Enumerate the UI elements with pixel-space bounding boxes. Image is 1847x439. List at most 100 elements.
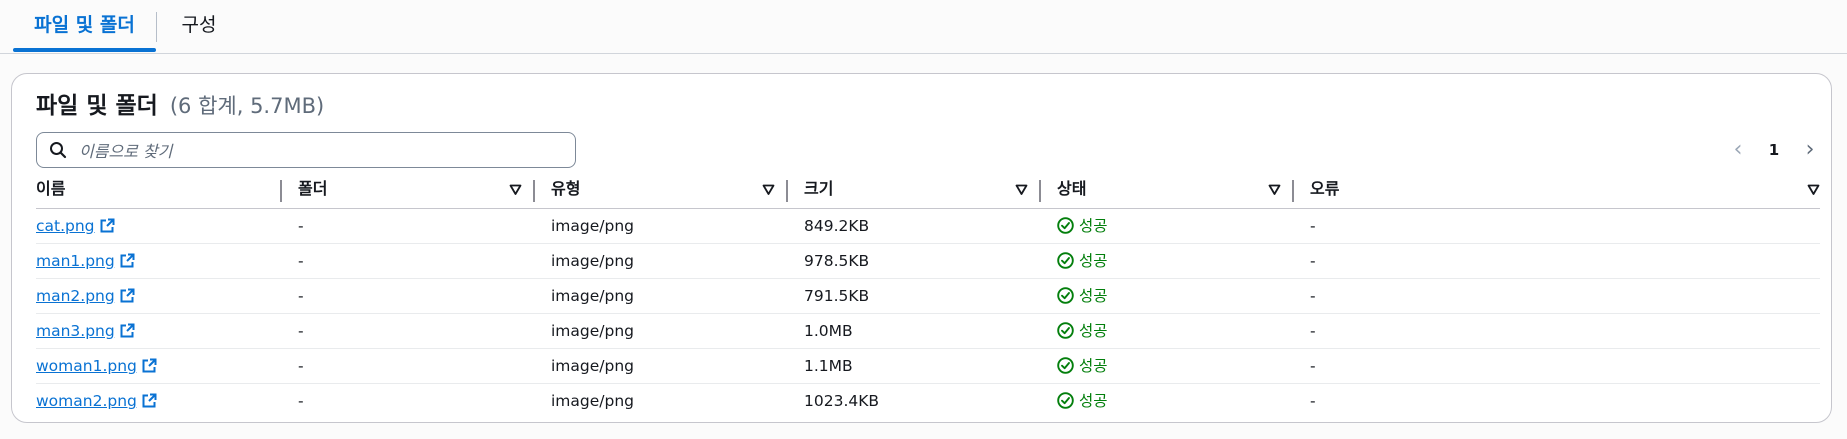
status-cell: 성공 — [1057, 279, 1108, 313]
table-header: 이름 폴더 유형 크기 상태 오류 — [36, 174, 1820, 209]
table-body: cat.png - image/png 849.2KB 성공 - man1.pn… — [36, 209, 1820, 418]
error-cell: - — [1310, 287, 1316, 305]
column-header-error[interactable]: 오류 — [1310, 174, 1339, 208]
file-name-cell: woman2.png — [36, 384, 157, 418]
status-cell: 성공 — [1057, 384, 1108, 418]
page-number-button[interactable]: 1 — [1764, 136, 1784, 164]
success-check-icon — [1057, 357, 1074, 374]
tab-configuration[interactable]: 구성 — [166, 0, 232, 50]
file-name-cell: woman1.png — [36, 349, 157, 383]
search-icon — [50, 142, 67, 159]
type-cell: image/png — [551, 357, 635, 375]
status-text: 성공 — [1079, 322, 1108, 340]
table-row: man3.png - image/png 1.0MB 성공 - — [36, 314, 1820, 349]
folder-cell: - — [298, 357, 304, 375]
column-header-name[interactable]: 이름 — [36, 174, 65, 208]
file-name-cell: man3.png — [36, 314, 135, 348]
folder-cell: - — [298, 217, 304, 235]
folder-cell: - — [298, 287, 304, 305]
column-resizer[interactable] — [280, 180, 282, 202]
chevron-right-icon[interactable]: › — [1800, 136, 1820, 164]
size-cell: 849.2KB — [804, 217, 870, 235]
file-name-cell: man2.png — [36, 279, 135, 313]
type-cell: image/png — [551, 392, 635, 410]
file-name-cell: cat.png — [36, 209, 115, 243]
sort-icon[interactable] — [1015, 183, 1028, 196]
external-link-icon[interactable] — [120, 253, 135, 268]
external-link-icon[interactable] — [120, 323, 135, 338]
status-cell: 성공 — [1057, 314, 1108, 348]
status-text: 성공 — [1079, 287, 1108, 305]
panel-header: 파일 및 폴더 (6 합계, 5.7MB) — [36, 89, 324, 123]
type-cell: image/png — [551, 217, 635, 235]
size-cell: 1.0MB — [804, 322, 853, 340]
size-cell: 978.5KB — [804, 252, 870, 270]
panel-title: 파일 및 폴더 — [36, 93, 158, 119]
column-resizer[interactable] — [1039, 180, 1041, 202]
error-cell: - — [1310, 392, 1316, 410]
panel-count: (6 합계, 5.7MB) — [169, 94, 325, 118]
tab-divider — [156, 12, 157, 42]
external-link-icon[interactable] — [120, 288, 135, 303]
column-resizer[interactable] — [1292, 180, 1294, 202]
search-box[interactable] — [36, 132, 576, 168]
sort-icon[interactable] — [1807, 183, 1820, 196]
sort-icon[interactable] — [1268, 183, 1281, 196]
success-check-icon — [1057, 252, 1074, 269]
table-row: man2.png - image/png 791.5KB 성공 - — [36, 279, 1820, 314]
status-text: 성공 — [1079, 357, 1108, 375]
file-link[interactable]: man1.png — [36, 252, 115, 270]
status-text: 성공 — [1079, 252, 1108, 270]
column-resizer[interactable] — [786, 180, 788, 202]
error-cell: - — [1310, 252, 1316, 270]
success-check-icon — [1057, 217, 1074, 234]
external-link-icon[interactable] — [142, 393, 157, 408]
status-text: 성공 — [1079, 392, 1108, 410]
error-cell: - — [1310, 357, 1316, 375]
column-resizer[interactable] — [533, 180, 535, 202]
external-link-icon[interactable] — [142, 358, 157, 373]
status-cell: 성공 — [1057, 209, 1108, 243]
tab-files-and-folders[interactable]: 파일 및 폴더 — [13, 0, 156, 50]
status-cell: 성공 — [1057, 244, 1108, 278]
folder-cell: - — [298, 322, 304, 340]
status-text: 성공 — [1079, 217, 1108, 235]
success-check-icon — [1057, 322, 1074, 339]
file-link[interactable]: cat.png — [36, 217, 95, 235]
type-cell: image/png — [551, 287, 635, 305]
table-row: woman2.png - image/png 1023.4KB 성공 - — [36, 384, 1820, 418]
file-name-cell: man1.png — [36, 244, 135, 278]
size-cell: 791.5KB — [804, 287, 870, 305]
folder-cell: - — [298, 252, 304, 270]
table-row: cat.png - image/png 849.2KB 성공 - — [36, 209, 1820, 244]
column-header-folder[interactable]: 폴더 — [298, 174, 327, 208]
files-table: 이름 폴더 유형 크기 상태 오류 cat.png - image/png 84… — [36, 174, 1820, 418]
active-tab-indicator — [13, 48, 156, 52]
success-check-icon — [1057, 392, 1074, 409]
file-link[interactable]: man2.png — [36, 287, 115, 305]
column-header-status[interactable]: 상태 — [1057, 174, 1086, 208]
search-input[interactable] — [77, 135, 561, 167]
size-cell: 1023.4KB — [804, 392, 880, 410]
type-cell: image/png — [551, 252, 635, 270]
files-panel: 파일 및 폴더 (6 합계, 5.7MB) ‹ 1 › 이름 폴더 유형 크기 … — [11, 73, 1832, 423]
table-row: woman1.png - image/png 1.1MB 성공 - — [36, 349, 1820, 384]
folder-cell: - — [298, 392, 304, 410]
sort-icon[interactable] — [509, 183, 522, 196]
chevron-left-icon[interactable]: ‹ — [1728, 136, 1748, 164]
type-cell: image/png — [551, 322, 635, 340]
error-cell: - — [1310, 322, 1316, 340]
file-link[interactable]: woman1.png — [36, 357, 137, 375]
status-cell: 성공 — [1057, 349, 1108, 383]
file-link[interactable]: woman2.png — [36, 392, 137, 410]
column-header-size[interactable]: 크기 — [804, 174, 833, 208]
table-row: man1.png - image/png 978.5KB 성공 - — [36, 244, 1820, 279]
success-check-icon — [1057, 287, 1074, 304]
tab-bar: 파일 및 폴더 구성 — [0, 0, 1847, 54]
column-header-type[interactable]: 유형 — [551, 174, 580, 208]
file-link[interactable]: man3.png — [36, 322, 115, 340]
sort-icon[interactable] — [762, 183, 775, 196]
external-link-icon[interactable] — [100, 218, 115, 233]
size-cell: 1.1MB — [804, 357, 853, 375]
error-cell: - — [1310, 217, 1316, 235]
